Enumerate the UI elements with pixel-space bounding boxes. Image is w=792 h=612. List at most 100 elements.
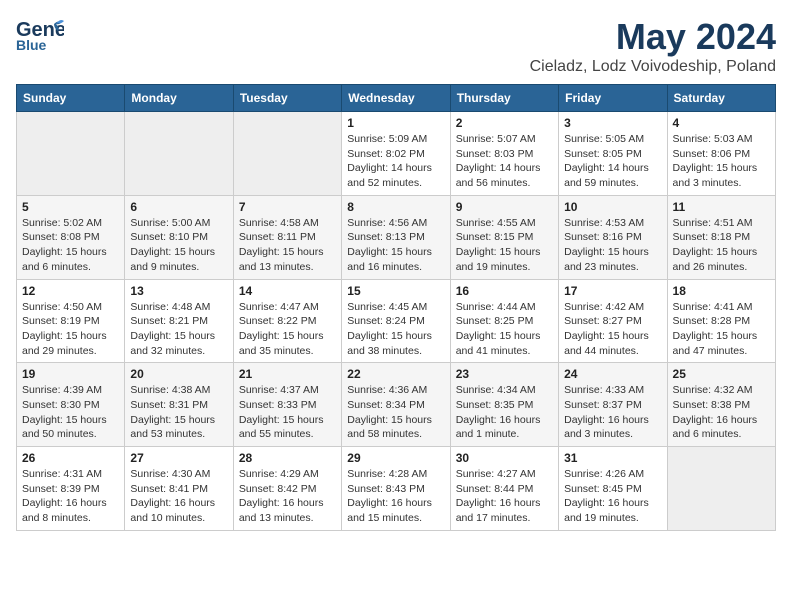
calendar-cell: 12Sunrise: 4:50 AM Sunset: 8:19 PM Dayli… [17, 279, 125, 363]
day-number: 30 [456, 451, 553, 465]
day-number: 24 [564, 367, 661, 381]
day-info: Sunrise: 5:03 AM Sunset: 8:06 PM Dayligh… [673, 132, 770, 191]
day-info: Sunrise: 4:58 AM Sunset: 8:11 PM Dayligh… [239, 216, 336, 275]
day-info: Sunrise: 4:39 AM Sunset: 8:30 PM Dayligh… [22, 383, 119, 442]
day-info: Sunrise: 4:45 AM Sunset: 8:24 PM Dayligh… [347, 300, 444, 359]
day-info: Sunrise: 4:41 AM Sunset: 8:28 PM Dayligh… [673, 300, 770, 359]
day-number: 19 [22, 367, 119, 381]
calendar-cell: 1Sunrise: 5:09 AM Sunset: 8:02 PM Daylig… [342, 112, 450, 196]
header-row: SundayMondayTuesdayWednesdayThursdayFrid… [17, 85, 776, 112]
calendar-cell: 4 Sunrise: 5:03 AM Sunset: 8:06 PM Daylig… [667, 112, 775, 196]
calendar-body: 1Sunrise: 5:09 AM Sunset: 8:02 PM Daylig… [17, 112, 776, 531]
day-number: 7 [239, 200, 336, 214]
calendar-cell [667, 447, 775, 531]
title-block: May 2024 Cieladz, Lodz Voivodeship, Pola… [530, 16, 776, 76]
day-number: 10 [564, 200, 661, 214]
calendar-cell: 16 Sunrise: 4:44 AM Sunset: 8:25 PM Dayli… [450, 279, 558, 363]
day-number: 3 [564, 116, 661, 130]
calendar-cell: 17 Sunrise: 4:42 AM Sunset: 8:27 PM Dayli… [559, 279, 667, 363]
day-number: 2 [456, 116, 553, 130]
day-info: Sunrise: 4:55 AM Sunset: 8:15 PM Dayligh… [456, 216, 553, 275]
page-header: General Blue May 2024 Cieladz, Lodz Voiv… [16, 16, 776, 76]
day-number: 15 [347, 284, 444, 298]
calendar-cell: 13 Sunrise: 4:48 AM Sunset: 8:21 PM Dayli… [125, 279, 233, 363]
day-number: 20 [130, 367, 227, 381]
day-number: 17 [564, 284, 661, 298]
day-info: Sunrise: 4:30 AM Sunset: 8:41 PM Dayligh… [130, 467, 227, 526]
calendar-cell: 31 Sunrise: 4:26 AM Sunset: 8:45 PM Dayli… [559, 447, 667, 531]
calendar-cell: 6 Sunrise: 5:00 AM Sunset: 8:10 PM Daylig… [125, 195, 233, 279]
calendar-cell: 7 Sunrise: 4:58 AM Sunset: 8:11 PM Daylig… [233, 195, 341, 279]
day-number: 6 [130, 200, 227, 214]
calendar-cell: 27Sunrise: 4:30 AM Sunset: 8:41 PM Dayli… [125, 447, 233, 531]
day-info: Sunrise: 5:09 AM Sunset: 8:02 PM Dayligh… [347, 132, 444, 191]
day-info: Sunrise: 4:56 AM Sunset: 8:13 PM Dayligh… [347, 216, 444, 275]
calendar-cell: 9Sunrise: 4:55 AM Sunset: 8:15 PM Daylig… [450, 195, 558, 279]
calendar-cell: 28 Sunrise: 4:29 AM Sunset: 8:42 PM Dayli… [233, 447, 341, 531]
day-number: 25 [673, 367, 770, 381]
day-number: 4 [673, 116, 770, 130]
day-info: Sunrise: 4:38 AM Sunset: 8:31 PM Dayligh… [130, 383, 227, 442]
day-info: Sunrise: 4:33 AM Sunset: 8:37 PM Dayligh… [564, 383, 661, 442]
calendar-week-row: 5 Sunrise: 5:02 AM Sunset: 8:08 PM Daylig… [17, 195, 776, 279]
day-of-week-header: Monday [125, 85, 233, 112]
day-info: Sunrise: 4:47 AM Sunset: 8:22 PM Dayligh… [239, 300, 336, 359]
calendar-cell [125, 112, 233, 196]
day-number: 18 [673, 284, 770, 298]
calendar-week-row: 19 Sunrise: 4:39 AM Sunset: 8:30 PM Dayli… [17, 363, 776, 447]
main-title: May 2024 [530, 16, 776, 58]
day-number: 31 [564, 451, 661, 465]
day-info: Sunrise: 4:32 AM Sunset: 8:38 PM Dayligh… [673, 383, 770, 442]
day-number: 26 [22, 451, 119, 465]
calendar-cell: 22Sunrise: 4:36 AM Sunset: 8:34 PM Dayli… [342, 363, 450, 447]
calendar-cell: 25 Sunrise: 4:32 AM Sunset: 8:38 PM Dayli… [667, 363, 775, 447]
calendar-cell: 19 Sunrise: 4:39 AM Sunset: 8:30 PM Dayli… [17, 363, 125, 447]
day-number: 23 [456, 367, 553, 381]
day-of-week-header: Saturday [667, 85, 775, 112]
day-info: Sunrise: 4:29 AM Sunset: 8:42 PM Dayligh… [239, 467, 336, 526]
day-number: 11 [673, 200, 770, 214]
day-number: 29 [347, 451, 444, 465]
calendar-cell: 26Sunrise: 4:31 AM Sunset: 8:39 PM Dayli… [17, 447, 125, 531]
day-number: 22 [347, 367, 444, 381]
day-info: Sunrise: 4:44 AM Sunset: 8:25 PM Dayligh… [456, 300, 553, 359]
day-info: Sunrise: 4:51 AM Sunset: 8:18 PM Dayligh… [673, 216, 770, 275]
calendar-header: SundayMondayTuesdayWednesdayThursdayFrid… [17, 85, 776, 112]
calendar-cell: 23 Sunrise: 4:34 AM Sunset: 8:35 PM Dayli… [450, 363, 558, 447]
calendar-cell [233, 112, 341, 196]
day-number: 8 [347, 200, 444, 214]
calendar-cell: 11 Sunrise: 4:51 AM Sunset: 8:18 PM Dayli… [667, 195, 775, 279]
calendar-cell: 29Sunrise: 4:28 AM Sunset: 8:43 PM Dayli… [342, 447, 450, 531]
day-info: Sunrise: 4:26 AM Sunset: 8:45 PM Dayligh… [564, 467, 661, 526]
day-info: Sunrise: 4:48 AM Sunset: 8:21 PM Dayligh… [130, 300, 227, 359]
calendar-cell: 21Sunrise: 4:37 AM Sunset: 8:33 PM Dayli… [233, 363, 341, 447]
day-info: Sunrise: 4:42 AM Sunset: 8:27 PM Dayligh… [564, 300, 661, 359]
day-number: 16 [456, 284, 553, 298]
day-number: 14 [239, 284, 336, 298]
day-of-week-header: Friday [559, 85, 667, 112]
day-info: Sunrise: 4:34 AM Sunset: 8:35 PM Dayligh… [456, 383, 553, 442]
calendar-cell: 5 Sunrise: 5:02 AM Sunset: 8:08 PM Daylig… [17, 195, 125, 279]
day-info: Sunrise: 5:07 AM Sunset: 8:03 PM Dayligh… [456, 132, 553, 191]
day-number: 12 [22, 284, 119, 298]
day-number: 5 [22, 200, 119, 214]
calendar-cell: 2 Sunrise: 5:07 AM Sunset: 8:03 PM Daylig… [450, 112, 558, 196]
calendar-cell: 8 Sunrise: 4:56 AM Sunset: 8:13 PM Daylig… [342, 195, 450, 279]
svg-text:Blue: Blue [16, 37, 47, 52]
day-info: Sunrise: 5:00 AM Sunset: 8:10 PM Dayligh… [130, 216, 227, 275]
day-of-week-header: Tuesday [233, 85, 341, 112]
day-number: 21 [239, 367, 336, 381]
calendar-week-row: 26Sunrise: 4:31 AM Sunset: 8:39 PM Dayli… [17, 447, 776, 531]
calendar-cell: 10 Sunrise: 4:53 AM Sunset: 8:16 PM Dayli… [559, 195, 667, 279]
day-info: Sunrise: 4:53 AM Sunset: 8:16 PM Dayligh… [564, 216, 661, 275]
day-info: Sunrise: 4:27 AM Sunset: 8:44 PM Dayligh… [456, 467, 553, 526]
calendar-cell: 15 Sunrise: 4:45 AM Sunset: 8:24 PM Dayli… [342, 279, 450, 363]
calendar-week-row: 1Sunrise: 5:09 AM Sunset: 8:02 PM Daylig… [17, 112, 776, 196]
calendar-table: SundayMondayTuesdayWednesdayThursdayFrid… [16, 84, 776, 531]
day-info: Sunrise: 5:05 AM Sunset: 8:05 PM Dayligh… [564, 132, 661, 191]
day-number: 28 [239, 451, 336, 465]
logo: General Blue [16, 16, 64, 52]
day-info: Sunrise: 5:02 AM Sunset: 8:08 PM Dayligh… [22, 216, 119, 275]
day-of-week-header: Thursday [450, 85, 558, 112]
day-number: 13 [130, 284, 227, 298]
